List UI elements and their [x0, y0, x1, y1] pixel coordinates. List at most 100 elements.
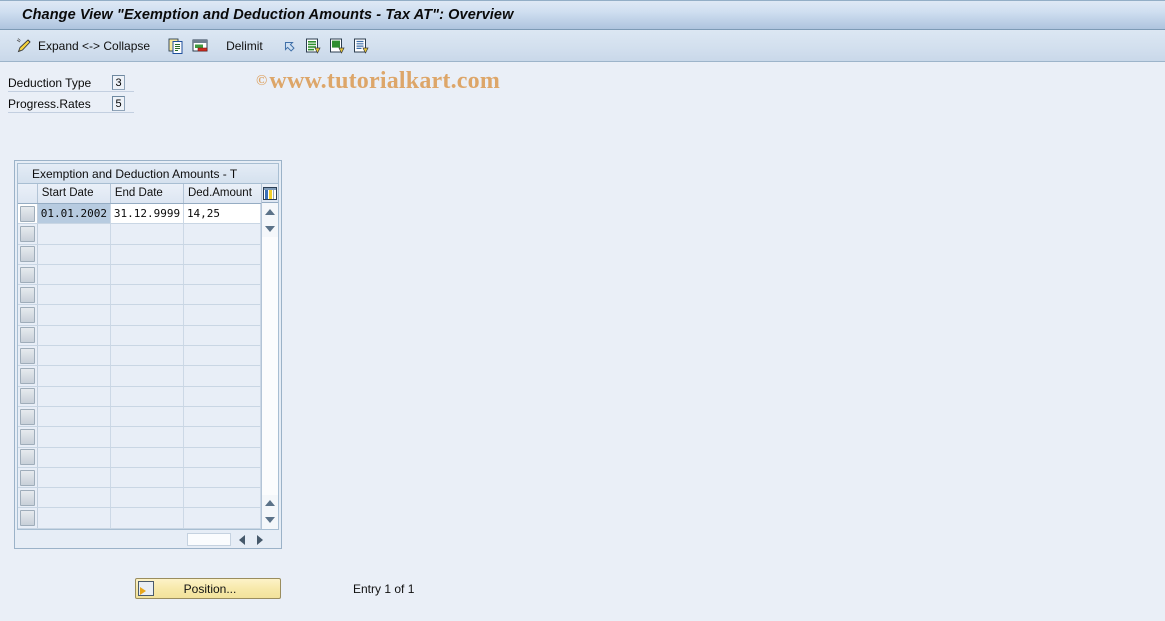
cell-ded-amount[interactable] [184, 224, 261, 244]
cell-start-date[interactable] [38, 285, 111, 305]
scroll-up-bottom-button[interactable] [262, 494, 278, 512]
row-select-button[interactable] [18, 467, 38, 488]
row-select-button[interactable] [18, 305, 38, 325]
scroll-up-top-button[interactable] [262, 203, 278, 220]
cell-ded-amount[interactable] [184, 264, 261, 285]
table-row[interactable] [18, 427, 261, 448]
expand-collapse-button[interactable]: Expand <-> Collapse [12, 34, 158, 58]
table-row[interactable] [18, 244, 261, 265]
row-select-button[interactable] [18, 264, 38, 285]
cell-ded-amount[interactable] [184, 305, 261, 325]
scroll-track[interactable] [262, 237, 278, 495]
cell-end-date[interactable] [111, 264, 184, 285]
cell-start-date[interactable] [38, 264, 111, 285]
cell-start-date[interactable] [38, 366, 111, 386]
row-select-button[interactable] [18, 366, 38, 386]
table-row[interactable]: 01.01.2002 31.12.9999 14,25 [18, 204, 261, 225]
cell-end-date[interactable] [111, 467, 184, 488]
cell-ded-amount[interactable] [184, 467, 261, 488]
table-row[interactable] [18, 305, 261, 326]
cell-start-date[interactable] [38, 447, 111, 467]
cell-start-date[interactable] [38, 467, 111, 488]
cell-ded-amount[interactable] [184, 406, 261, 427]
row-select-button[interactable] [18, 224, 38, 244]
scroll-down-bottom-button[interactable] [262, 511, 278, 529]
scroll-down-top-button[interactable] [262, 220, 278, 237]
cell-ded-amount[interactable] [184, 386, 261, 406]
row-select-button[interactable] [18, 386, 38, 406]
vertical-scrollbar[interactable] [261, 184, 278, 529]
row-select-button[interactable] [18, 427, 38, 447]
table-row[interactable] [18, 508, 261, 529]
cell-start-date[interactable] [38, 427, 111, 447]
cell-start-date[interactable] [38, 346, 111, 366]
horizontal-scroll-track[interactable] [187, 533, 231, 547]
cell-start-date[interactable] [38, 244, 111, 264]
column-header-start-date[interactable]: Start Date [37, 184, 111, 203]
row-select-button[interactable] [18, 488, 38, 508]
cell-start-date[interactable] [38, 406, 111, 427]
cell-end-date[interactable]: 31.12.9999 [111, 204, 184, 224]
column-settings-button[interactable] [262, 184, 278, 203]
table-row[interactable] [18, 366, 261, 387]
scroll-left-button[interactable] [234, 533, 249, 547]
cell-end-date[interactable] [111, 406, 184, 427]
table-row[interactable] [18, 406, 261, 428]
cell-start-date[interactable] [38, 386, 111, 406]
cell-end-date[interactable] [111, 346, 184, 366]
cell-end-date[interactable] [111, 508, 184, 528]
table-row[interactable] [18, 224, 261, 245]
cell-start-date[interactable] [38, 305, 111, 325]
paste-overwrite-button[interactable] [188, 34, 212, 58]
table-row[interactable] [18, 264, 261, 286]
delimit-button[interactable]: Delimit [218, 34, 271, 58]
copy-as-button[interactable] [325, 34, 349, 58]
cell-ded-amount[interactable] [184, 508, 261, 528]
cell-start-date[interactable] [38, 224, 111, 244]
row-select-button[interactable] [18, 285, 38, 305]
cell-ded-amount[interactable] [184, 488, 261, 508]
column-header-ded-amount[interactable]: Ded.Amount [183, 184, 261, 203]
cell-end-date[interactable] [111, 244, 184, 264]
cell-ded-amount[interactable] [184, 285, 261, 305]
select-all-header-cell[interactable] [18, 184, 38, 203]
cell-end-date[interactable] [111, 427, 184, 447]
new-entries-button[interactable] [301, 34, 325, 58]
cell-end-date[interactable] [111, 488, 184, 508]
row-select-button[interactable] [18, 508, 38, 528]
undo-button[interactable] [277, 34, 301, 58]
details-button[interactable] [349, 34, 373, 58]
row-select-button[interactable] [18, 406, 38, 427]
row-select-button[interactable] [18, 325, 38, 346]
cell-end-date[interactable] [111, 447, 184, 467]
position-button[interactable]: Position... [135, 578, 281, 599]
cell-end-date[interactable] [111, 224, 184, 244]
cell-ded-amount[interactable]: 14,25 [184, 204, 261, 224]
deduction-type-input[interactable]: 3 [112, 75, 125, 90]
cell-end-date[interactable] [111, 366, 184, 386]
row-select-button[interactable] [18, 244, 38, 264]
cell-ded-amount[interactable] [184, 244, 261, 264]
cell-start-date[interactable] [38, 325, 111, 346]
table-row[interactable] [18, 386, 261, 407]
cell-end-date[interactable] [111, 325, 184, 346]
cell-ded-amount[interactable] [184, 346, 261, 366]
table-row[interactable] [18, 467, 261, 489]
row-select-button[interactable] [18, 204, 38, 224]
table-row[interactable] [18, 285, 261, 306]
copy-button[interactable] [164, 34, 188, 58]
horizontal-scrollbar[interactable] [15, 531, 281, 548]
table-row[interactable] [18, 346, 261, 367]
cell-start-date[interactable] [38, 508, 111, 528]
table-row[interactable] [18, 488, 261, 509]
cell-end-date[interactable] [111, 386, 184, 406]
row-select-button[interactable] [18, 447, 38, 467]
progress-rates-input[interactable]: 5 [112, 96, 125, 111]
table-row[interactable] [18, 447, 261, 468]
cell-start-date[interactable]: 01.01.2002 [37, 204, 111, 224]
column-header-end-date[interactable]: End Date [110, 184, 184, 203]
cell-ded-amount[interactable] [184, 366, 261, 386]
cell-start-date[interactable] [38, 488, 111, 508]
cell-ded-amount[interactable] [184, 427, 261, 447]
cell-ded-amount[interactable] [184, 325, 261, 346]
